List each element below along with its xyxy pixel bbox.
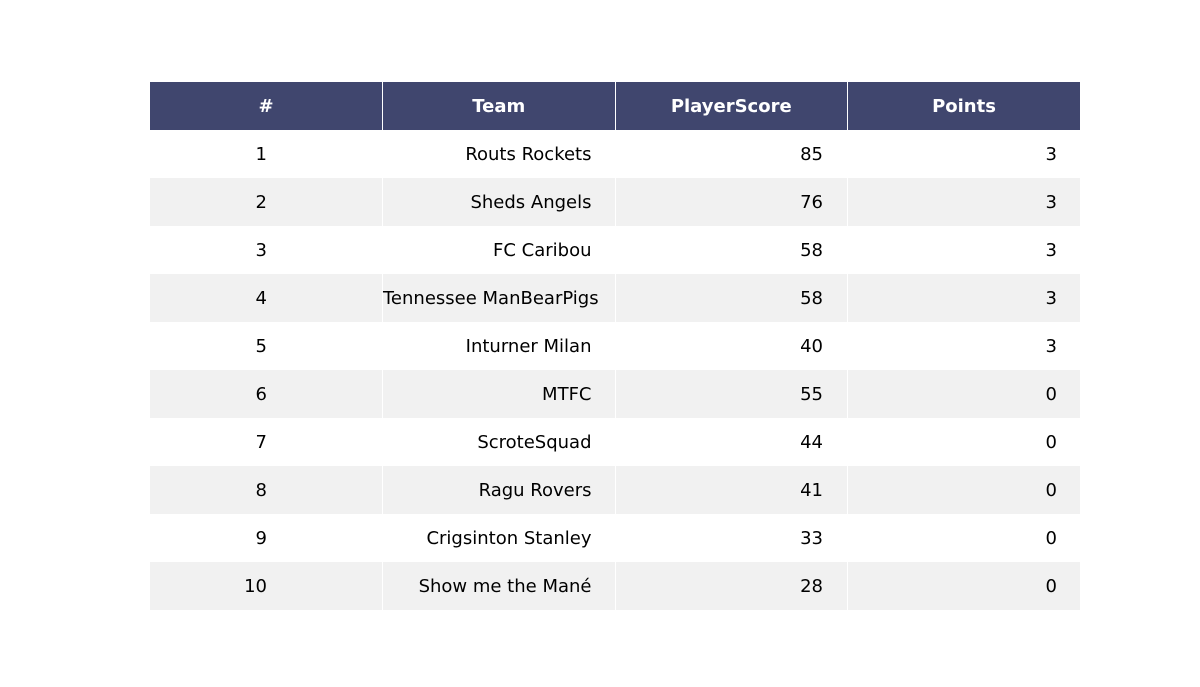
table-row: 8 Ragu Rovers 41 0 <box>150 466 1080 514</box>
cell-team: Show me the Mané <box>382 562 616 610</box>
cell-team: Inturner Milan <box>382 322 616 370</box>
cell-rank: 7 <box>150 418 383 466</box>
cell-team: Ragu Rovers <box>382 466 616 514</box>
header-row: # Team PlayerScore Points <box>150 82 1080 130</box>
cell-rank: 9 <box>150 514 383 562</box>
table-row: 1 Routs Rockets 85 3 <box>150 130 1080 178</box>
cell-team: Routs Rockets <box>382 130 616 178</box>
cell-rank: 2 <box>150 178 383 226</box>
cell-points: 3 <box>847 178 1080 226</box>
table-row: 7 ScroteSquad 44 0 <box>150 418 1080 466</box>
table-row: 3 FC Caribou 58 3 <box>150 226 1080 274</box>
cell-score: 76 <box>614 178 848 226</box>
cell-rank: 1 <box>150 130 383 178</box>
cell-points: 0 <box>847 418 1080 466</box>
column-header-team: Team <box>382 82 616 130</box>
cell-points: 0 <box>847 466 1080 514</box>
cell-score: 44 <box>614 418 848 466</box>
cell-rank: 4 <box>150 274 383 322</box>
cell-rank: 10 <box>150 562 383 610</box>
cell-score: 28 <box>614 562 848 610</box>
cell-team: ScroteSquad <box>382 418 616 466</box>
column-header-points: Points <box>847 82 1080 130</box>
column-header-score: PlayerScore <box>614 82 848 130</box>
cell-team: Tennessee ManBearPigs <box>382 274 616 322</box>
cell-score: 55 <box>614 370 848 418</box>
table-row: 6 MTFC 55 0 <box>150 370 1080 418</box>
cell-score: 58 <box>614 226 848 274</box>
league-table: # Team PlayerScore Points 1 Routs Rockets 85 3… <box>150 82 1080 610</box>
cell-team: MTFC <box>382 370 616 418</box>
cell-team: Sheds Angels <box>382 178 616 226</box>
cell-team: Crigsinton Stanley <box>382 514 616 562</box>
cell-score: 33 <box>614 514 848 562</box>
cell-rank: 6 <box>150 370 383 418</box>
cell-score: 85 <box>614 130 848 178</box>
cell-score: 58 <box>614 274 848 322</box>
table-row: 4 Tennessee ManBearPigs 58 3 <box>150 274 1080 322</box>
cell-points: 3 <box>847 274 1080 322</box>
table-body: 1 Routs Rockets 85 3 2 Sheds Angels 76 3 3 FC Car… <box>150 130 1080 610</box>
cell-score: 41 <box>614 466 848 514</box>
column-header-rank: # <box>150 82 383 130</box>
cell-points: 0 <box>847 562 1080 610</box>
cell-team: FC Caribou <box>382 226 616 274</box>
table-row: 9 Crigsinton Stanley 33 0 <box>150 514 1080 562</box>
cell-points: 0 <box>847 514 1080 562</box>
table-header: # Team PlayerScore Points <box>150 82 1080 130</box>
cell-points: 3 <box>847 130 1080 178</box>
table-row: 2 Sheds Angels 76 3 <box>150 178 1080 226</box>
cell-points: 3 <box>847 322 1080 370</box>
table-row: 10 Show me the Mané 28 0 <box>150 562 1080 610</box>
table-row: 5 Inturner Milan 40 3 <box>150 322 1080 370</box>
cell-rank: 5 <box>150 322 383 370</box>
cell-rank: 8 <box>150 466 383 514</box>
cell-points: 3 <box>847 226 1080 274</box>
cell-score: 40 <box>614 322 848 370</box>
cell-rank: 3 <box>150 226 383 274</box>
cell-points: 0 <box>847 370 1080 418</box>
